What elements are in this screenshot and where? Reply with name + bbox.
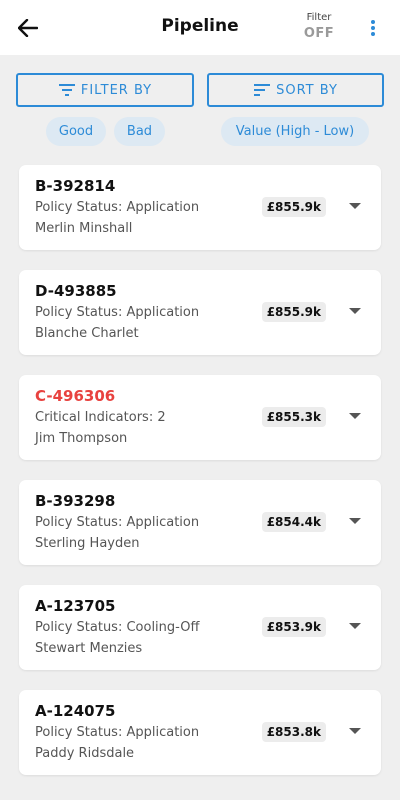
sort-icon <box>254 84 271 96</box>
case-reference: B-393298 <box>35 492 116 510</box>
case-status: Policy Status: Application <box>35 200 200 215</box>
pipeline-card[interactable]: A-124075 Policy Status: Application Paddy … <box>19 690 381 775</box>
case-status: Policy Status: Cooling-Off <box>35 620 200 635</box>
client-name: Sterling Hayden <box>35 536 140 551</box>
more-vert-icon <box>371 20 375 36</box>
case-reference: A-123705 <box>35 597 116 615</box>
pipeline-card[interactable]: A-123705 Policy Status: Cooling-Off Stewar… <box>19 585 381 670</box>
value-badge: £855.9k <box>261 302 326 322</box>
pipeline-card[interactable]: B-392814 Policy Status: Application Merlin… <box>19 165 381 250</box>
case-reference: D-493885 <box>35 282 117 300</box>
client-name: Jim Thompson <box>35 431 128 446</box>
value-badge: £854.4k <box>261 512 326 532</box>
pipeline-card[interactable]: D-493885 Policy Status: Application Blanch… <box>19 270 381 355</box>
filter-by-label: FILTER BY <box>80 82 153 98</box>
case-reference: C-496306 <box>35 387 116 405</box>
filter-by-button[interactable]: FILTER BY <box>16 73 194 107</box>
chip-bad[interactable]: Bad <box>114 117 165 146</box>
filter-icon <box>58 84 75 96</box>
case-reference: A-124075 <box>35 702 116 720</box>
case-reference: B-392814 <box>35 177 116 195</box>
sort-by-button[interactable]: SORT BY <box>207 73 384 107</box>
value-badge: £855.3k <box>261 407 326 427</box>
value-badge: £853.9k <box>261 617 326 637</box>
case-status: Critical Indicators: 2 <box>35 410 166 425</box>
sort-by-label: SORT BY <box>276 82 338 98</box>
client-name: Stewart Menzies <box>35 641 143 656</box>
chevron-down-icon[interactable] <box>349 728 361 734</box>
chevron-down-icon[interactable] <box>349 623 361 629</box>
chip-sort-value[interactable]: Value (High - Low) <box>221 117 369 146</box>
value-badge: £855.9k <box>261 197 326 217</box>
case-status: Policy Status: Application <box>35 515 200 530</box>
client-name: Paddy Ridsdale <box>35 746 135 761</box>
case-status: Policy Status: Application <box>35 725 200 740</box>
chip-good[interactable]: Good <box>46 117 106 146</box>
client-name: Merlin Minshall <box>35 221 133 236</box>
pipeline-card[interactable]: C-496306 Critical Indicators: 2 Jim Thomps… <box>19 375 381 460</box>
filter-toggle[interactable]: Filter OFF <box>296 11 342 43</box>
chevron-down-icon[interactable] <box>349 413 361 419</box>
more-options-button[interactable] <box>362 14 384 42</box>
chevron-down-icon[interactable] <box>349 203 361 209</box>
filter-label: Filter <box>306 12 332 23</box>
value-badge: £853.8k <box>261 722 326 742</box>
client-name: Blanche Charlet <box>35 326 139 341</box>
pipeline-card[interactable]: B-393298 Policy Status: Application Sterli… <box>19 480 381 565</box>
case-status: Policy Status: Application <box>35 305 200 320</box>
chevron-down-icon[interactable] <box>349 518 361 524</box>
chevron-down-icon[interactable] <box>349 308 361 314</box>
filter-status: OFF <box>303 26 335 41</box>
app-bar: Pipeline Filter OFF <box>0 0 400 55</box>
